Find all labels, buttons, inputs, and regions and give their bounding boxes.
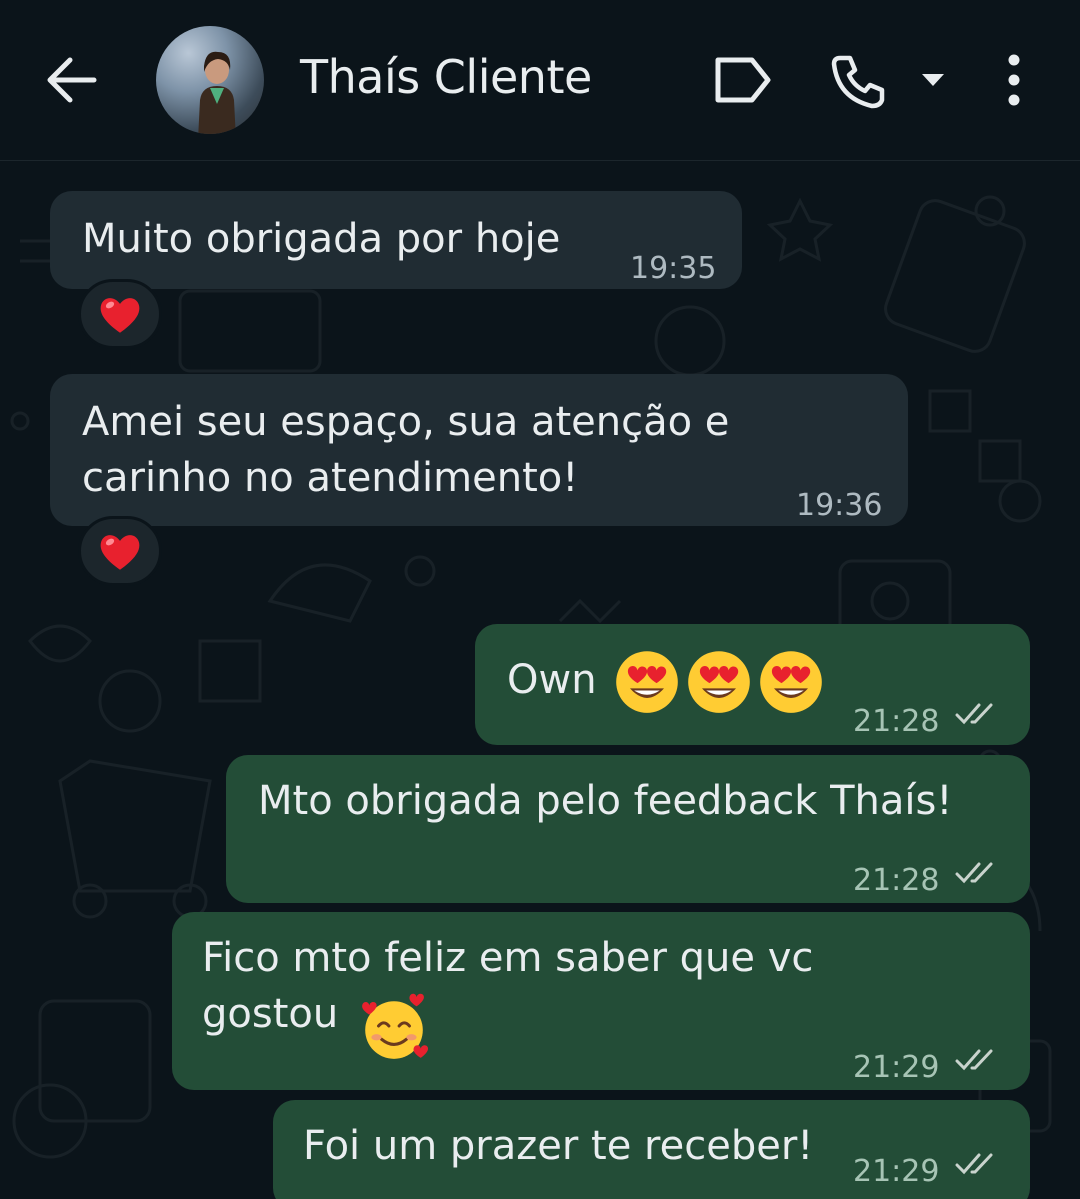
message-time: 21:28 [853, 704, 940, 739]
arrow-left-icon[interactable] [40, 48, 104, 112]
heart-eyes-emoji [616, 651, 678, 713]
heart-emoji-icon [100, 298, 140, 333]
message-list[interactable]: Muito obrigada por hoje 19:35 Amei seu e… [0, 161, 1080, 1199]
caret-down-icon[interactable] [920, 70, 946, 90]
message-time: 21:28 [853, 863, 940, 898]
phone-icon[interactable] [830, 52, 888, 110]
message-time: 21:29 [853, 1050, 940, 1085]
message-bubble-outgoing[interactable]: Foi um prazer te receber! 21:29 [273, 1100, 1030, 1199]
heart-eyes-emoji [688, 651, 750, 713]
smiling-face-with-hearts-emoji [362, 993, 429, 1059]
heart-emoji-icon [100, 535, 140, 570]
chat-header: Thaís Cliente [0, 0, 1080, 161]
message-text: Muito obrigada por hoje [82, 216, 561, 262]
avatar[interactable] [156, 26, 264, 134]
read-receipt-icon [955, 862, 993, 884]
message-text: Fico mto feliz em saber que vc gostou [202, 935, 814, 1037]
label-icon[interactable] [712, 54, 774, 106]
message-text: Foi um prazer te receber! [303, 1123, 814, 1169]
message-time: 19:36 [796, 488, 883, 523]
message-bubble-incoming[interactable]: Muito obrigada por hoje 19:35 [50, 191, 742, 289]
read-receipt-icon [955, 1153, 993, 1175]
reaction-badge[interactable] [78, 279, 162, 349]
message-time: 19:35 [630, 251, 717, 286]
read-receipt-icon [955, 1049, 993, 1071]
read-receipt-icon [955, 703, 993, 725]
message-bubble-incoming[interactable]: Amei seu espaço, sua atenção e carinho n… [50, 374, 908, 526]
message-bubble-outgoing[interactable]: Mto obrigada pelo feedback Thaís! 21:28 [226, 755, 1030, 903]
message-bubble-outgoing[interactable]: Fico mto feliz em saber que vc gostou 21… [172, 912, 1030, 1090]
contact-name[interactable]: Thaís Cliente [300, 50, 592, 104]
message-text: Own [507, 657, 597, 703]
message-bubble-outgoing[interactable]: Own 21:28 [475, 624, 1030, 745]
message-text: Amei seu espaço, sua atenção e carinho n… [82, 399, 730, 501]
reaction-badge[interactable] [78, 516, 162, 586]
heart-eyes-emoji [760, 651, 822, 713]
more-vertical-icon[interactable] [1000, 52, 1028, 108]
message-text: Mto obrigada pelo feedback Thaís! [258, 778, 953, 824]
message-time: 21:29 [853, 1154, 940, 1189]
